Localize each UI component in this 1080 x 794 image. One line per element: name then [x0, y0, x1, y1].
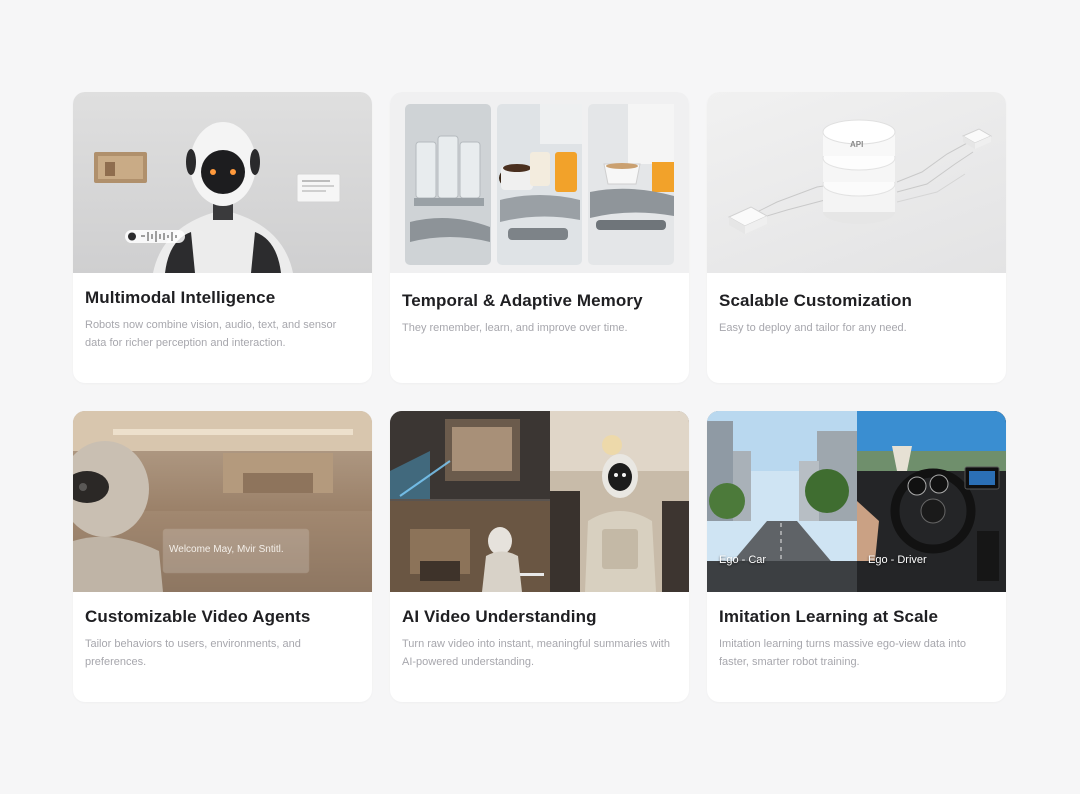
feature-card-customization[interactable]: API Scalable Customization Easy to deplo…: [707, 92, 1006, 383]
robot-video-frames-image: [390, 411, 689, 592]
card-description: Tailor behaviors to users, environments,…: [85, 638, 301, 668]
card-description: Imitation learning turns massive ego-vie…: [719, 638, 967, 668]
feature-card-video-agents[interactable]: Welcome May, Mvir Sntitl. Customizable V…: [73, 411, 372, 702]
api-label: API: [850, 140, 864, 149]
robot-hotel-lobby-image: Welcome May, Mvir Sntitl.: [73, 411, 372, 592]
card-description: Turn raw video into instant, meaningful …: [402, 638, 670, 668]
card-description: They remember, learn, and improve over t…: [402, 322, 628, 334]
card-title: Scalable Customization: [719, 291, 913, 310]
robot-multimodal-image: [73, 92, 372, 273]
card-description: Robots now combine vision, audio, text, …: [85, 319, 337, 349]
card-title: Customizable Video Agents: [85, 607, 311, 626]
ego-car-caption: Ego - Car: [719, 554, 767, 566]
feature-card-memory[interactable]: Temporal & Adaptive Memory They remember…: [390, 92, 689, 383]
card-title: Multimodal Intelligence: [85, 288, 276, 307]
card-title: AI Video Understanding: [402, 607, 597, 626]
feature-card-imitation-learning[interactable]: Ego - Car Ego - Driver Imitation Learnin…: [707, 411, 1006, 702]
ego-view-driving-image: Ego - Car Ego - Driver: [707, 411, 1006, 592]
feature-grid: Multimodal Intelligence Robots now combi…: [73, 92, 1007, 702]
card-title: Imitation Learning at Scale: [719, 607, 939, 626]
feature-card-video-understanding[interactable]: AI Video Understanding Turn raw video in…: [390, 411, 689, 702]
api-database-image: API: [707, 92, 1006, 273]
lobby-welcome-text: Welcome May, Mvir Sntitl.: [169, 544, 284, 555]
card-description: Easy to deploy and tailor for any need.: [719, 322, 907, 334]
ego-driver-caption: Ego - Driver: [868, 554, 927, 566]
feature-card-multimodal[interactable]: Multimodal Intelligence Robots now combi…: [73, 92, 372, 383]
card-title: Temporal & Adaptive Memory: [402, 291, 643, 310]
robot-serving-image: [390, 92, 689, 273]
